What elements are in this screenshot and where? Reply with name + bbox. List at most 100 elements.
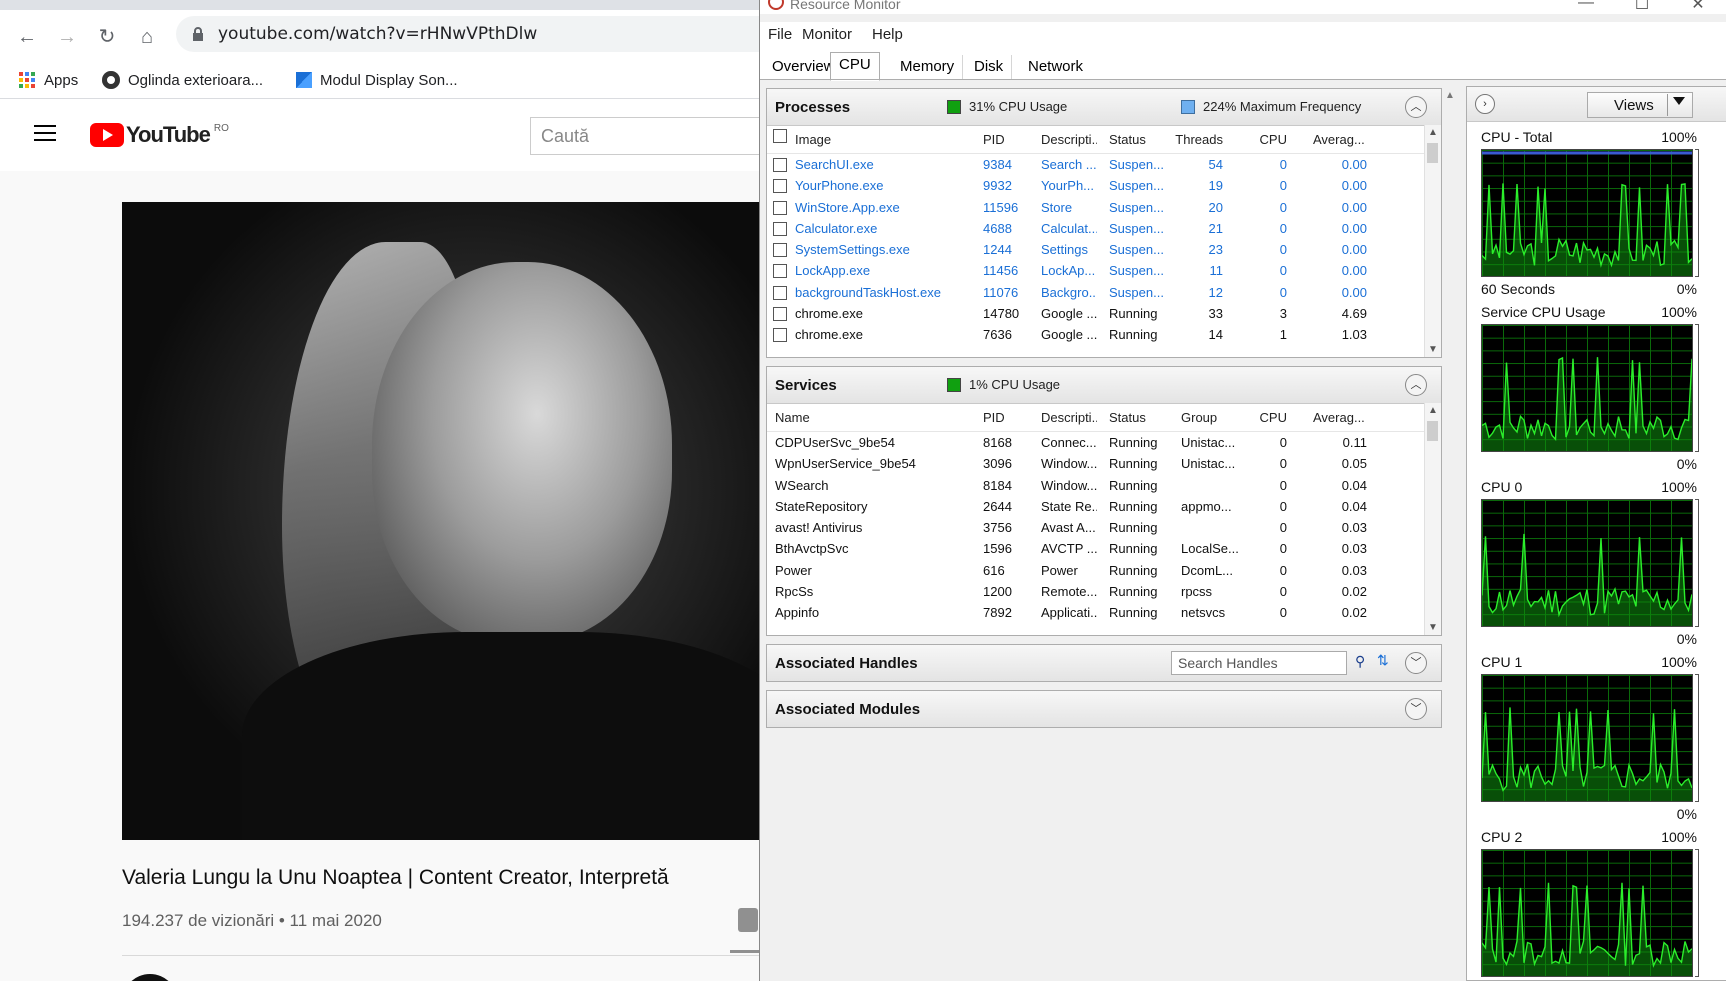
refresh-icon[interactable]: ⇅: [1377, 652, 1389, 669]
row-checkbox[interactable]: [773, 328, 787, 343]
services-header[interactable]: Services 1% CPU Usage ︿: [767, 367, 1441, 404]
search-input[interactable]: Caută: [530, 117, 760, 155]
row-checkbox[interactable]: [773, 264, 787, 279]
tab-cpu[interactable]: CPU: [830, 52, 880, 81]
cell-cpu: 0: [1279, 456, 1287, 472]
modules-header[interactable]: Associated Modules ﹀: [767, 691, 1441, 727]
table-row[interactable]: WinStore.App.exe 11596 Store Suspen... 20 0 0.…: [767, 197, 1427, 218]
menu-monitor[interactable]: Monitor: [802, 26, 852, 43]
close-icon[interactable]: ✕: [1678, 0, 1718, 14]
maximize-icon[interactable]: ☐: [1622, 0, 1662, 14]
main-scrollbar[interactable]: ▲: [1442, 88, 1458, 981]
reload-icon[interactable]: ↻: [94, 24, 120, 50]
home-icon[interactable]: ⌂: [134, 24, 160, 50]
youtube-logo[interactable]: YouTube RO: [90, 122, 229, 148]
menu-help[interactable]: Help: [872, 26, 903, 43]
row-checkbox[interactable]: [773, 158, 787, 172]
processes-header[interactable]: Processes 31% CPU Usage 224% Maximum Fre…: [767, 89, 1441, 126]
row-checkbox[interactable]: [773, 221, 787, 236]
collapse-up-icon[interactable]: ︿: [1405, 374, 1427, 396]
table-row[interactable]: WpnUserService_9be54 3096 Window... Running…: [767, 453, 1427, 474]
row-checkbox[interactable]: [773, 200, 787, 215]
cell-status: Suspen...: [1109, 178, 1164, 194]
table-row[interactable]: backgroundTaskHost.exe 11076 Backgro... Sus…: [767, 282, 1427, 303]
collapse-up-icon[interactable]: ︿: [1405, 96, 1427, 118]
table-row[interactable]: Calculator.exe 4688 Calculat... Suspen... 21…: [767, 218, 1427, 239]
tab-bar: Overview CPU Memory Disk Network: [760, 46, 1726, 81]
menu-file[interactable]: File: [768, 26, 792, 43]
expand-down-icon[interactable]: ﹀: [1405, 652, 1427, 674]
table-row[interactable]: avast! Antivirus 3756 Avast A... Running 0 0.…: [767, 517, 1427, 538]
back-icon[interactable]: ←: [14, 24, 40, 50]
scroll-thumb[interactable]: [1427, 143, 1438, 163]
table-row[interactable]: SystemSettings.exe 1244 Settings Suspen... 2…: [767, 239, 1427, 260]
scroll-up-icon[interactable]: ▲: [1428, 127, 1438, 138]
expand-right-icon[interactable]: ›: [1475, 94, 1495, 114]
col-name[interactable]: Name: [775, 410, 810, 425]
minimize-icon[interactable]: —: [1566, 0, 1606, 12]
cell-status: Running: [1109, 306, 1158, 322]
bookmark-apps[interactable]: Apps: [18, 68, 78, 92]
search-handles-input[interactable]: Search Handles: [1171, 651, 1347, 675]
tab-disk[interactable]: Disk: [966, 55, 1013, 79]
table-row[interactable]: StateRepository 2644 State Re... Running app…: [767, 496, 1427, 517]
graph-label: CPU 1: [1481, 654, 1523, 670]
col-threads[interactable]: Threads: [1173, 132, 1223, 147]
row-checkbox[interactable]: [773, 307, 787, 322]
row-checkbox[interactable]: [773, 179, 787, 194]
resource-monitor-icon: [768, 0, 784, 10]
row-checkbox[interactable]: [773, 285, 787, 300]
col-description[interactable]: Descripti...: [1041, 132, 1097, 147]
cell-description: Search ...: [1041, 157, 1097, 172]
scroll-down-icon[interactable]: ▼: [1428, 344, 1438, 355]
col-cpu[interactable]: CPU: [1247, 132, 1287, 147]
col-image[interactable]: Image: [795, 132, 831, 147]
row-checkbox[interactable]: [773, 243, 787, 258]
expand-down-icon[interactable]: ﹀: [1405, 698, 1427, 720]
forward-icon[interactable]: →: [54, 24, 80, 50]
search-icon[interactable]: ⚲: [1355, 653, 1365, 670]
hamburger-menu-icon[interactable]: [34, 125, 56, 143]
scroll-up-icon[interactable]: ▲: [1428, 405, 1438, 416]
col-group[interactable]: Group: [1181, 410, 1217, 425]
address-bar[interactable]: youtube.com/watch?v=rHNwVPthDlw: [176, 16, 760, 52]
services-scrollbar[interactable]: ▲ ▼: [1424, 403, 1441, 635]
table-row[interactable]: chrome.exe 7636 Google ... Running 14 1 1.03: [767, 324, 1427, 345]
col-status[interactable]: Status: [1109, 410, 1146, 425]
table-row[interactable]: SearchUI.exe 9384 Search ... Suspen... 54 0 0.…: [767, 154, 1427, 175]
handles-header[interactable]: Associated Handles Search Handles ⚲ ⇅ ﹀: [767, 645, 1441, 681]
scroll-thumb[interactable]: [1427, 421, 1438, 441]
col-cpu[interactable]: CPU: [1247, 410, 1287, 425]
col-average[interactable]: Averag...: [1313, 132, 1371, 147]
col-description[interactable]: Descripti...: [1041, 410, 1097, 425]
bookmark-oglinda[interactable]: Oglinda exterioara...: [102, 68, 263, 92]
table-row[interactable]: Appinfo 7892 Applicati... Running netsvcs 0 0.…: [767, 602, 1427, 623]
table-row[interactable]: WSearch 8184 Window... Running 0 0.04: [767, 475, 1427, 496]
table-row[interactable]: LockApp.exe 11456 LockAp... Suspen... 11 0 0.0…: [767, 260, 1427, 281]
table-row[interactable]: chrome.exe 14780 Google ... Running 33 3 4.69: [767, 303, 1427, 324]
col-pid[interactable]: PID: [983, 132, 1005, 147]
select-all-checkbox[interactable]: [773, 129, 787, 143]
views-button[interactable]: Views: [1587, 92, 1693, 118]
table-row[interactable]: BthAvctpSvc 1596 AVCTP ... Running LocalSe..…: [767, 538, 1427, 559]
tab-network[interactable]: Network: [1020, 55, 1091, 79]
cell-average: 0.00: [1341, 220, 1367, 236]
video-player[interactable]: [122, 202, 760, 840]
col-status[interactable]: Status: [1109, 132, 1146, 147]
table-row[interactable]: CDPUserSvc_9be54 8168 Connec... Running Unis…: [767, 432, 1427, 453]
graph-scale-bracket: [1695, 149, 1699, 277]
scroll-down-icon[interactable]: ▼: [1428, 622, 1438, 633]
scroll-up-icon[interactable]: ▲: [1445, 90, 1455, 101]
bookmark-modul-display[interactable]: Modul Display Son...: [296, 68, 458, 92]
table-row[interactable]: RpcSs 1200 Remote... Running rpcss 0 0.02: [767, 581, 1427, 602]
chevron-down-icon[interactable]: [1673, 97, 1685, 105]
table-row[interactable]: Power 616 Power Running DcomL... 0 0.03: [767, 560, 1427, 581]
channel-avatar[interactable]: [122, 974, 178, 981]
tab-memory[interactable]: Memory: [892, 55, 964, 79]
col-average[interactable]: Averag...: [1313, 410, 1371, 425]
like-icon[interactable]: [738, 908, 758, 932]
table-row[interactable]: YourPhone.exe 9932 YourPh... Suspen... 19 0 0.…: [767, 175, 1427, 196]
col-pid[interactable]: PID: [983, 410, 1005, 425]
cell-pid: 1244: [983, 242, 1012, 258]
processes-scrollbar[interactable]: ▲ ▼: [1424, 125, 1441, 357]
